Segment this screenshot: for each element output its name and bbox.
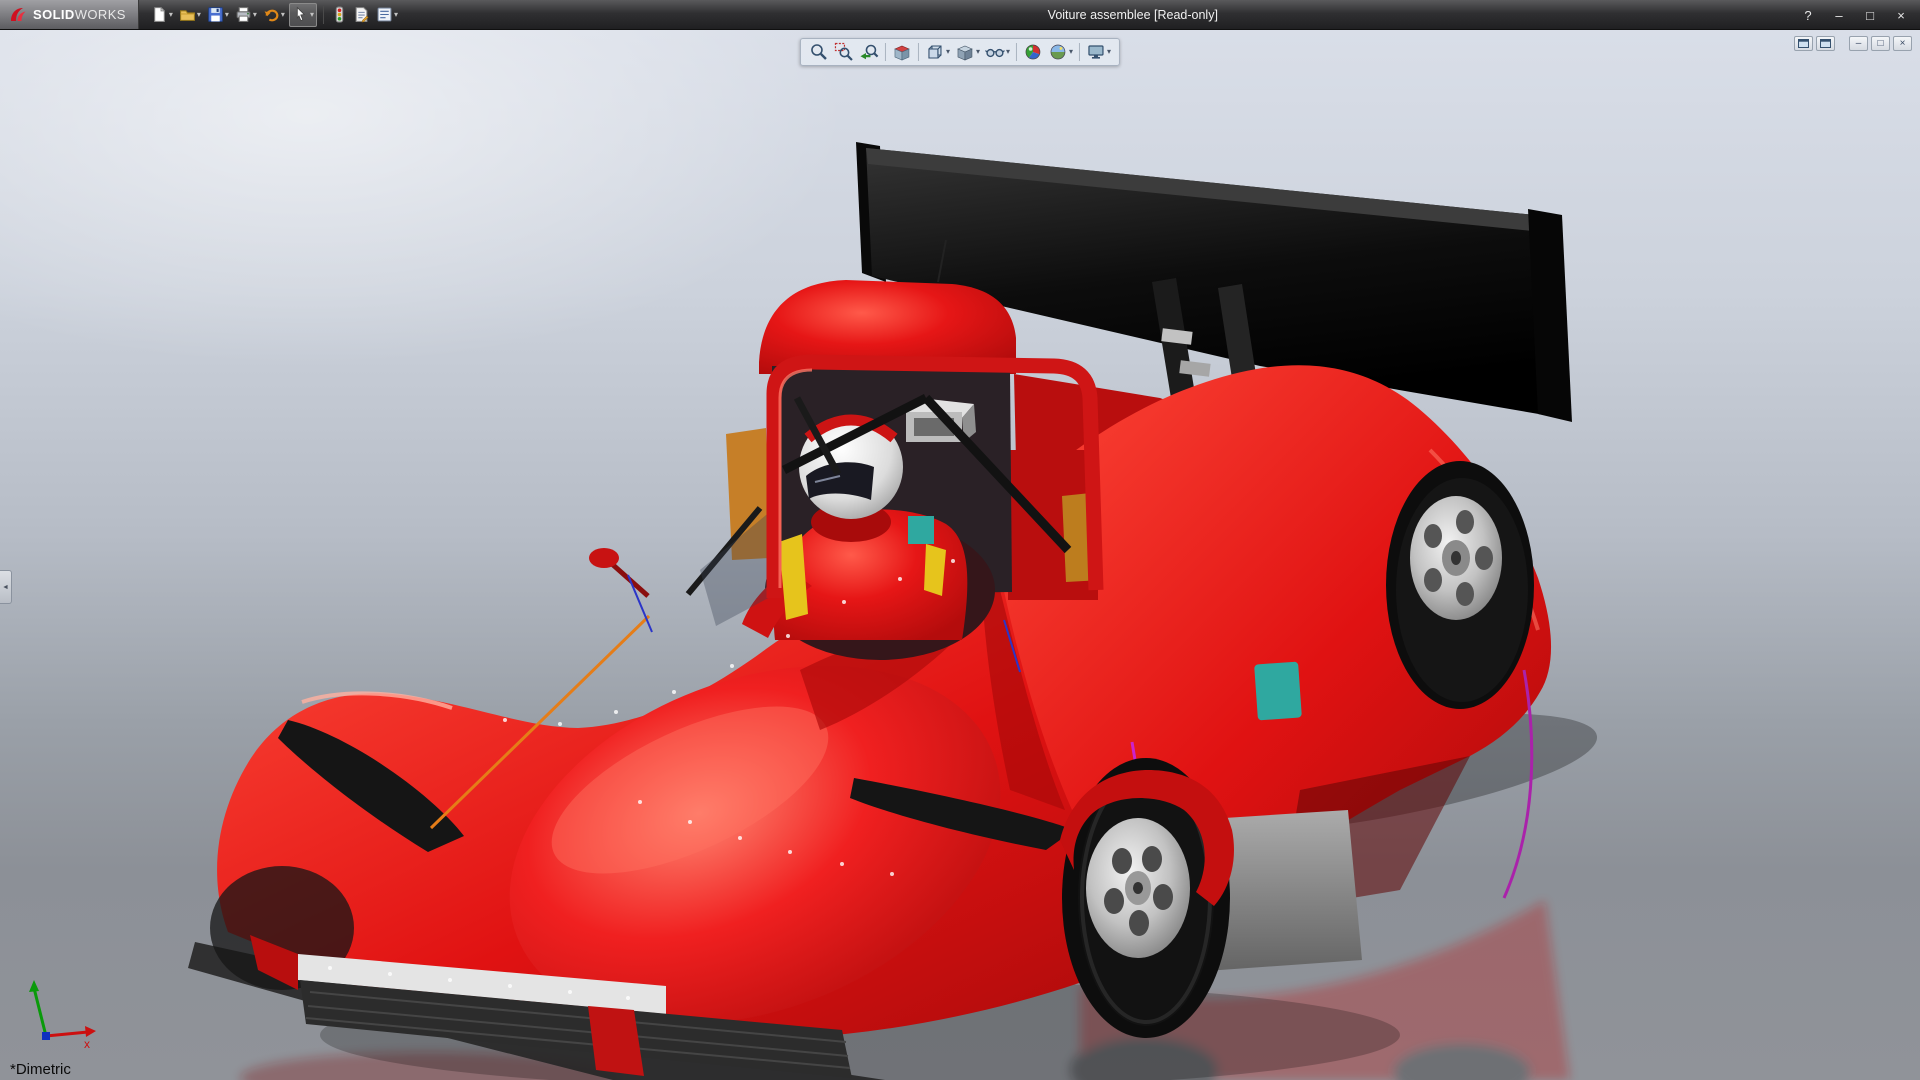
scene-globe-icon xyxy=(1048,42,1068,62)
new-document-icon xyxy=(151,6,168,23)
z-axis-dot xyxy=(42,1032,50,1040)
toolbar-separator xyxy=(918,43,919,61)
window-title: Voiture assemblee [Read-only] xyxy=(1048,8,1218,22)
doc-close-button[interactable]: × xyxy=(1893,36,1912,51)
title-bar: SOLIDWORKS ▾ ▾ ▾ xyxy=(0,0,1920,30)
x-axis-label: x xyxy=(84,1037,90,1051)
display-style-button[interactable]: ▾ xyxy=(953,41,982,63)
options-button[interactable]: ▾ xyxy=(374,3,400,27)
app-logo: SOLIDWORKS xyxy=(0,0,139,29)
edit-appearance-button[interactable] xyxy=(1021,41,1045,63)
window-icon xyxy=(1820,39,1831,48)
chevron-down-icon[interactable]: ▾ xyxy=(946,48,950,56)
document-window-controls: – □ × xyxy=(1794,36,1912,51)
select-cursor-icon xyxy=(292,6,309,23)
printer-icon xyxy=(235,6,252,23)
teal-cockpit-detail xyxy=(908,516,934,544)
minimize-button[interactable]: – xyxy=(1830,8,1848,23)
open-folder-icon xyxy=(179,6,196,23)
apply-scene-button[interactable]: ▾ xyxy=(1046,41,1075,63)
view-orientation-label: *Dimetric xyxy=(10,1061,71,1078)
print-button[interactable]: ▾ xyxy=(233,3,259,27)
undo-button[interactable]: ▾ xyxy=(261,3,287,27)
rebuild-stoplight-button[interactable] xyxy=(330,3,349,27)
hide-show-items-button[interactable]: ▾ xyxy=(983,41,1012,63)
toolbar-separator xyxy=(1079,43,1080,61)
open-button[interactable]: ▾ xyxy=(177,3,203,27)
document-window-button[interactable] xyxy=(1794,36,1813,51)
ds-logo-icon xyxy=(8,6,28,24)
chevron-down-icon[interactable]: ▾ xyxy=(976,48,980,56)
select-button[interactable]: ▾ xyxy=(289,3,317,27)
save-button[interactable]: ▾ xyxy=(205,3,231,27)
main-toolbar: ▾ ▾ ▾ ▾ xyxy=(139,3,400,27)
window-icon xyxy=(1798,39,1809,48)
chevron-down-icon[interactable]: ▾ xyxy=(197,11,201,19)
side-mirror xyxy=(589,548,648,596)
doc-minimize-button[interactable]: – xyxy=(1849,36,1868,51)
chevron-down-icon[interactable]: ▾ xyxy=(169,11,173,19)
doc-restore-button[interactable]: □ xyxy=(1871,36,1890,51)
display-style-icon xyxy=(955,42,975,62)
orientation-triad: x xyxy=(18,974,108,1054)
view-orientation-icon xyxy=(925,42,945,62)
monitor-icon xyxy=(1086,42,1106,62)
chevron-down-icon[interactable]: ▾ xyxy=(225,11,229,19)
toolbar-separator xyxy=(885,43,886,61)
graphics-viewport[interactable]: ▾ ▾ ▾ xyxy=(0,30,1920,1080)
rebuild-stoplight-icon xyxy=(332,6,347,23)
previous-view-icon xyxy=(859,42,879,62)
section-view-icon xyxy=(892,42,912,62)
appearance-ball-icon xyxy=(1023,42,1043,62)
app-name: SOLIDWORKS xyxy=(33,7,126,22)
rear-wheel xyxy=(1396,478,1528,702)
x-axis-arrow xyxy=(46,1032,88,1036)
help-button[interactable]: ? xyxy=(1799,8,1817,23)
model-3d-race-car[interactable] xyxy=(0,30,1920,1080)
previous-view-button[interactable] xyxy=(857,41,881,63)
heads-up-view-toolbar: ▾ ▾ ▾ xyxy=(800,38,1120,66)
teal-side-vent xyxy=(1254,662,1302,721)
document-window-button[interactable] xyxy=(1816,36,1835,51)
maximize-button[interactable]: □ xyxy=(1861,8,1879,23)
save-floppy-icon xyxy=(207,6,224,23)
eyeglasses-icon xyxy=(985,42,1005,62)
options-sheet-icon xyxy=(376,6,393,23)
chevron-down-icon[interactable]: ▾ xyxy=(1107,48,1111,56)
view-orientation-button[interactable]: ▾ xyxy=(923,41,952,63)
zoom-to-area-button[interactable] xyxy=(832,41,856,63)
toolbar-separator xyxy=(1016,43,1017,61)
zoom-to-fit-icon xyxy=(809,42,829,62)
chevron-down-icon[interactable]: ▾ xyxy=(394,11,398,19)
new-document-button[interactable]: ▾ xyxy=(149,3,175,27)
toolbar-separator xyxy=(323,6,324,24)
chevron-down-icon[interactable]: ▾ xyxy=(281,11,285,19)
chevron-down-icon[interactable]: ▾ xyxy=(1069,48,1073,56)
close-button[interactable]: × xyxy=(1892,8,1910,23)
undo-arrow-icon xyxy=(263,6,280,23)
chevron-down-icon[interactable]: ▾ xyxy=(253,11,257,19)
y-axis-arrow xyxy=(34,988,46,1036)
section-view-button[interactable] xyxy=(890,41,914,63)
file-properties-button[interactable] xyxy=(351,3,372,27)
chevron-down-icon[interactable]: ▾ xyxy=(1006,48,1010,56)
feature-panel-toggle[interactable]: ◄ xyxy=(0,570,12,604)
zoom-to-fit-button[interactable] xyxy=(807,41,831,63)
view-settings-button[interactable]: ▾ xyxy=(1084,41,1113,63)
file-properties-icon xyxy=(353,6,370,23)
zoom-to-area-icon xyxy=(834,42,854,62)
window-controls: ? – □ × xyxy=(1799,0,1910,30)
chevron-down-icon[interactable]: ▾ xyxy=(310,11,314,19)
